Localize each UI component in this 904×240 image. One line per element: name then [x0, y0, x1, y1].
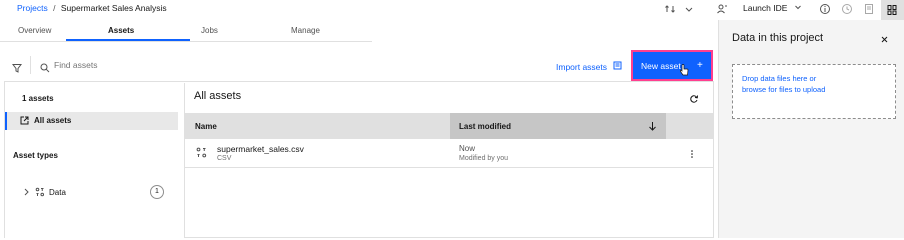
top-header: Projects / Supermarket Sales Analysis La… — [0, 0, 904, 20]
asset-sidebar — [5, 83, 185, 238]
tab-overview[interactable]: Overview — [18, 26, 51, 35]
sidebar-item-data[interactable]: Data 1 — [13, 185, 165, 199]
data-panel-icon — [887, 5, 897, 15]
launch-ide-chevron-icon — [794, 5, 801, 10]
modified-time: Now — [459, 144, 476, 153]
data-panel-toggle[interactable] — [881, 0, 904, 20]
import-assets-label: Import assets — [556, 62, 608, 72]
history-icon[interactable] — [841, 3, 853, 15]
count-badge: 1 — [150, 185, 164, 199]
asset-name-link[interactable]: supermarket_sales.csv — [217, 144, 304, 154]
new-asset-button[interactable]: New asset + — [631, 50, 713, 81]
column-header-name[interactable]: Name — [195, 122, 217, 131]
active-tab-indicator — [66, 39, 190, 41]
breadcrumb-separator: / — [53, 3, 56, 13]
tab-manage[interactable]: Manage — [291, 26, 320, 35]
import-icon — [613, 61, 622, 70]
sidebar-item-label: Data — [49, 188, 66, 197]
column-header-last-modified[interactable]: Last modified — [450, 113, 666, 139]
column-header-label: Last modified — [459, 122, 512, 131]
plus-icon: + — [697, 60, 703, 71]
dropzone-line-1: Drop data files here or — [742, 74, 817, 83]
user-collaborator-icon[interactable] — [716, 3, 728, 15]
overflow-menu-icon[interactable] — [690, 149, 694, 159]
asset-count: 1 assets — [22, 94, 54, 103]
arrow-down-icon — [649, 122, 656, 131]
data-type-icon — [35, 187, 45, 197]
chevron-down-icon[interactable] — [683, 3, 695, 15]
breadcrumb-project-name: Supermarket Sales Analysis — [60, 3, 167, 13]
sidebar-item-label: All assets — [34, 116, 72, 125]
info-icon[interactable] — [819, 3, 831, 15]
sync-icon[interactable] — [664, 3, 676, 15]
page-title: All assets — [194, 90, 242, 102]
asset-types-heading: Asset types — [13, 151, 58, 160]
cursor-hand-icon — [679, 64, 689, 76]
close-icon[interactable] — [880, 31, 889, 49]
data-panel-title: Data in this project — [732, 32, 824, 44]
data-side-panel — [718, 20, 904, 238]
launch-ide-label: Launch IDE — [743, 3, 788, 13]
search-input[interactable] — [54, 57, 304, 73]
chevron-right-icon — [24, 188, 29, 196]
launch-icon — [20, 116, 29, 125]
launch-ide-button[interactable]: Launch IDE — [743, 3, 802, 13]
tab-assets[interactable]: Assets — [108, 26, 134, 35]
table-row[interactable]: supermarket_sales.csv CSV Now Modified b… — [185, 139, 713, 168]
tab-jobs[interactable]: Jobs — [201, 26, 218, 35]
breadcrumb-projects-link[interactable]: Projects — [17, 3, 48, 13]
browse-files-link[interactable]: browse for files to upload — [742, 85, 825, 94]
refresh-icon[interactable] — [689, 91, 699, 109]
new-asset-label: New asset — [641, 61, 681, 71]
toolbar-divider — [30, 56, 31, 74]
asset-type: CSV — [217, 155, 232, 162]
import-assets-button[interactable]: Import assets — [556, 61, 622, 72]
notes-icon[interactable] — [863, 3, 875, 15]
filter-icon[interactable] — [12, 60, 22, 78]
breadcrumb: Projects / Supermarket Sales Analysis — [17, 3, 167, 13]
csv-file-icon — [196, 147, 207, 158]
file-dropzone[interactable]: Drop data files here or browse for files… — [732, 64, 896, 119]
search-icon — [40, 60, 50, 78]
sidebar-item-all-assets[interactable]: All assets — [5, 112, 178, 130]
modified-by: Modified by you — [459, 155, 509, 162]
